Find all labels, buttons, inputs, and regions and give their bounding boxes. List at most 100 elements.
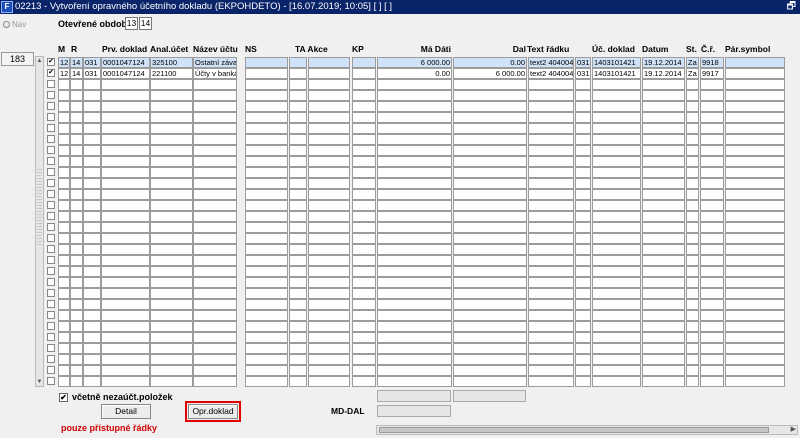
cell-anal-ucet[interactable] bbox=[150, 299, 193, 310]
cell-anal-ucet[interactable] bbox=[150, 365, 193, 376]
cell-datum[interactable] bbox=[642, 211, 685, 222]
cell-chk[interactable] bbox=[45, 178, 58, 189]
cell-c-ucd-prefix[interactable] bbox=[575, 299, 591, 310]
cell-c-ucd-prefix[interactable] bbox=[575, 79, 591, 90]
row-select-checkbox[interactable] bbox=[47, 267, 55, 275]
table-row[interactable] bbox=[45, 321, 785, 332]
cell-c-ucd-prefix[interactable] bbox=[575, 354, 591, 365]
col-header-text-radku[interactable]: Text řádku bbox=[527, 43, 569, 56]
cell-akce[interactable] bbox=[308, 288, 350, 299]
cell-anal-ucet[interactable]: 325100 bbox=[150, 57, 193, 68]
cell-text-radku[interactable] bbox=[528, 123, 574, 134]
cell-text-radku[interactable] bbox=[528, 288, 574, 299]
cell-ta[interactable] bbox=[289, 178, 307, 189]
cell-c-ucd-prefix[interactable] bbox=[575, 266, 591, 277]
cell-cr[interactable] bbox=[700, 299, 724, 310]
cell-ns[interactable] bbox=[245, 200, 288, 211]
cell-m[interactable] bbox=[58, 167, 70, 178]
cell-cr[interactable] bbox=[700, 233, 724, 244]
cell-anal-ucet[interactable] bbox=[150, 112, 193, 123]
cell-dal[interactable] bbox=[453, 156, 527, 167]
cell-uc-doklad[interactable] bbox=[592, 354, 641, 365]
cell-r[interactable] bbox=[70, 354, 83, 365]
cell-chk[interactable] bbox=[45, 332, 58, 343]
cell-ma-dati[interactable]: 6 000.00 bbox=[377, 57, 452, 68]
row-select-checkbox[interactable] bbox=[47, 366, 55, 374]
cell-ta[interactable] bbox=[289, 189, 307, 200]
cell-c3[interactable] bbox=[83, 112, 101, 123]
cell-c-ucd-prefix[interactable] bbox=[575, 277, 591, 288]
row-select-checkbox[interactable] bbox=[47, 234, 55, 242]
cell-r[interactable] bbox=[70, 255, 83, 266]
cell-st[interactable] bbox=[686, 376, 699, 387]
cell-ma-dati[interactable] bbox=[377, 255, 452, 266]
cell-uc-doklad[interactable]: 1403101421 bbox=[592, 57, 641, 68]
cell-chk[interactable] bbox=[45, 310, 58, 321]
cell-ta[interactable] bbox=[289, 134, 307, 145]
table-row[interactable] bbox=[45, 233, 785, 244]
cell-kp[interactable] bbox=[352, 156, 376, 167]
cell-prv-doklad[interactable] bbox=[101, 123, 150, 134]
cell-cr[interactable] bbox=[700, 365, 724, 376]
cell-m[interactable] bbox=[58, 145, 70, 156]
cell-m[interactable] bbox=[58, 211, 70, 222]
cell-m[interactable] bbox=[58, 200, 70, 211]
cell-c-ucd-prefix[interactable] bbox=[575, 255, 591, 266]
cell-r[interactable] bbox=[70, 277, 83, 288]
cell-prv-doklad[interactable] bbox=[101, 101, 150, 112]
cell-ns[interactable] bbox=[245, 145, 288, 156]
cell-uc-doklad[interactable] bbox=[592, 343, 641, 354]
cell-ns[interactable] bbox=[245, 299, 288, 310]
cell-ma-dati[interactable] bbox=[377, 178, 452, 189]
cell-akce[interactable] bbox=[308, 343, 350, 354]
cell-c-ucd-prefix[interactable] bbox=[575, 376, 591, 387]
cell-anal-ucet[interactable] bbox=[150, 277, 193, 288]
cell-akce[interactable] bbox=[308, 310, 350, 321]
cell-dal[interactable] bbox=[453, 112, 527, 123]
cell-dal[interactable] bbox=[453, 79, 527, 90]
cell-r[interactable] bbox=[70, 299, 83, 310]
col-header-prv-doklad[interactable]: Prv. doklad bbox=[102, 43, 147, 56]
cell-c3[interactable] bbox=[83, 211, 101, 222]
row-select-checkbox[interactable] bbox=[47, 300, 55, 308]
cell-st[interactable] bbox=[686, 79, 699, 90]
horizontal-scroll-thumb[interactable] bbox=[379, 427, 769, 433]
table-row[interactable] bbox=[45, 167, 785, 178]
cell-kp[interactable] bbox=[352, 57, 376, 68]
cell-anal-ucet[interactable] bbox=[150, 288, 193, 299]
cell-ta[interactable] bbox=[289, 321, 307, 332]
cell-cr[interactable] bbox=[700, 189, 724, 200]
table-row[interactable] bbox=[45, 90, 785, 101]
cell-ta[interactable] bbox=[289, 277, 307, 288]
cell-st[interactable] bbox=[686, 222, 699, 233]
cell-ta[interactable] bbox=[289, 167, 307, 178]
cell-prv-doklad[interactable] bbox=[101, 365, 150, 376]
cell-uc-doklad[interactable] bbox=[592, 156, 641, 167]
cell-st[interactable] bbox=[686, 112, 699, 123]
cell-r[interactable] bbox=[70, 200, 83, 211]
cell-dal[interactable] bbox=[453, 145, 527, 156]
cell-c3[interactable] bbox=[83, 90, 101, 101]
table-row[interactable] bbox=[45, 178, 785, 189]
cell-cr[interactable]: 9917 bbox=[700, 68, 724, 79]
cell-dal[interactable] bbox=[453, 134, 527, 145]
cell-par-symbol[interactable] bbox=[725, 244, 785, 255]
cell-cr[interactable] bbox=[700, 376, 724, 387]
cell-ma-dati[interactable] bbox=[377, 200, 452, 211]
cell-c-ucd-prefix[interactable] bbox=[575, 112, 591, 123]
cell-text-radku[interactable] bbox=[528, 79, 574, 90]
cell-dal[interactable] bbox=[453, 332, 527, 343]
cell-kp[interactable] bbox=[352, 266, 376, 277]
cell-text-radku[interactable] bbox=[528, 310, 574, 321]
cell-c3[interactable] bbox=[83, 332, 101, 343]
cell-ns[interactable] bbox=[245, 123, 288, 134]
cell-st[interactable]: Za bbox=[686, 68, 699, 79]
cell-kp[interactable] bbox=[352, 145, 376, 156]
cell-r[interactable] bbox=[70, 321, 83, 332]
cell-chk[interactable] bbox=[45, 112, 58, 123]
cell-uc-doklad[interactable] bbox=[592, 145, 641, 156]
cell-chk[interactable]: ✔ bbox=[45, 68, 58, 79]
checkbox-box[interactable]: ✔ bbox=[59, 392, 68, 402]
cell-nazev-uctu[interactable] bbox=[193, 222, 237, 233]
cell-dal[interactable] bbox=[453, 233, 527, 244]
